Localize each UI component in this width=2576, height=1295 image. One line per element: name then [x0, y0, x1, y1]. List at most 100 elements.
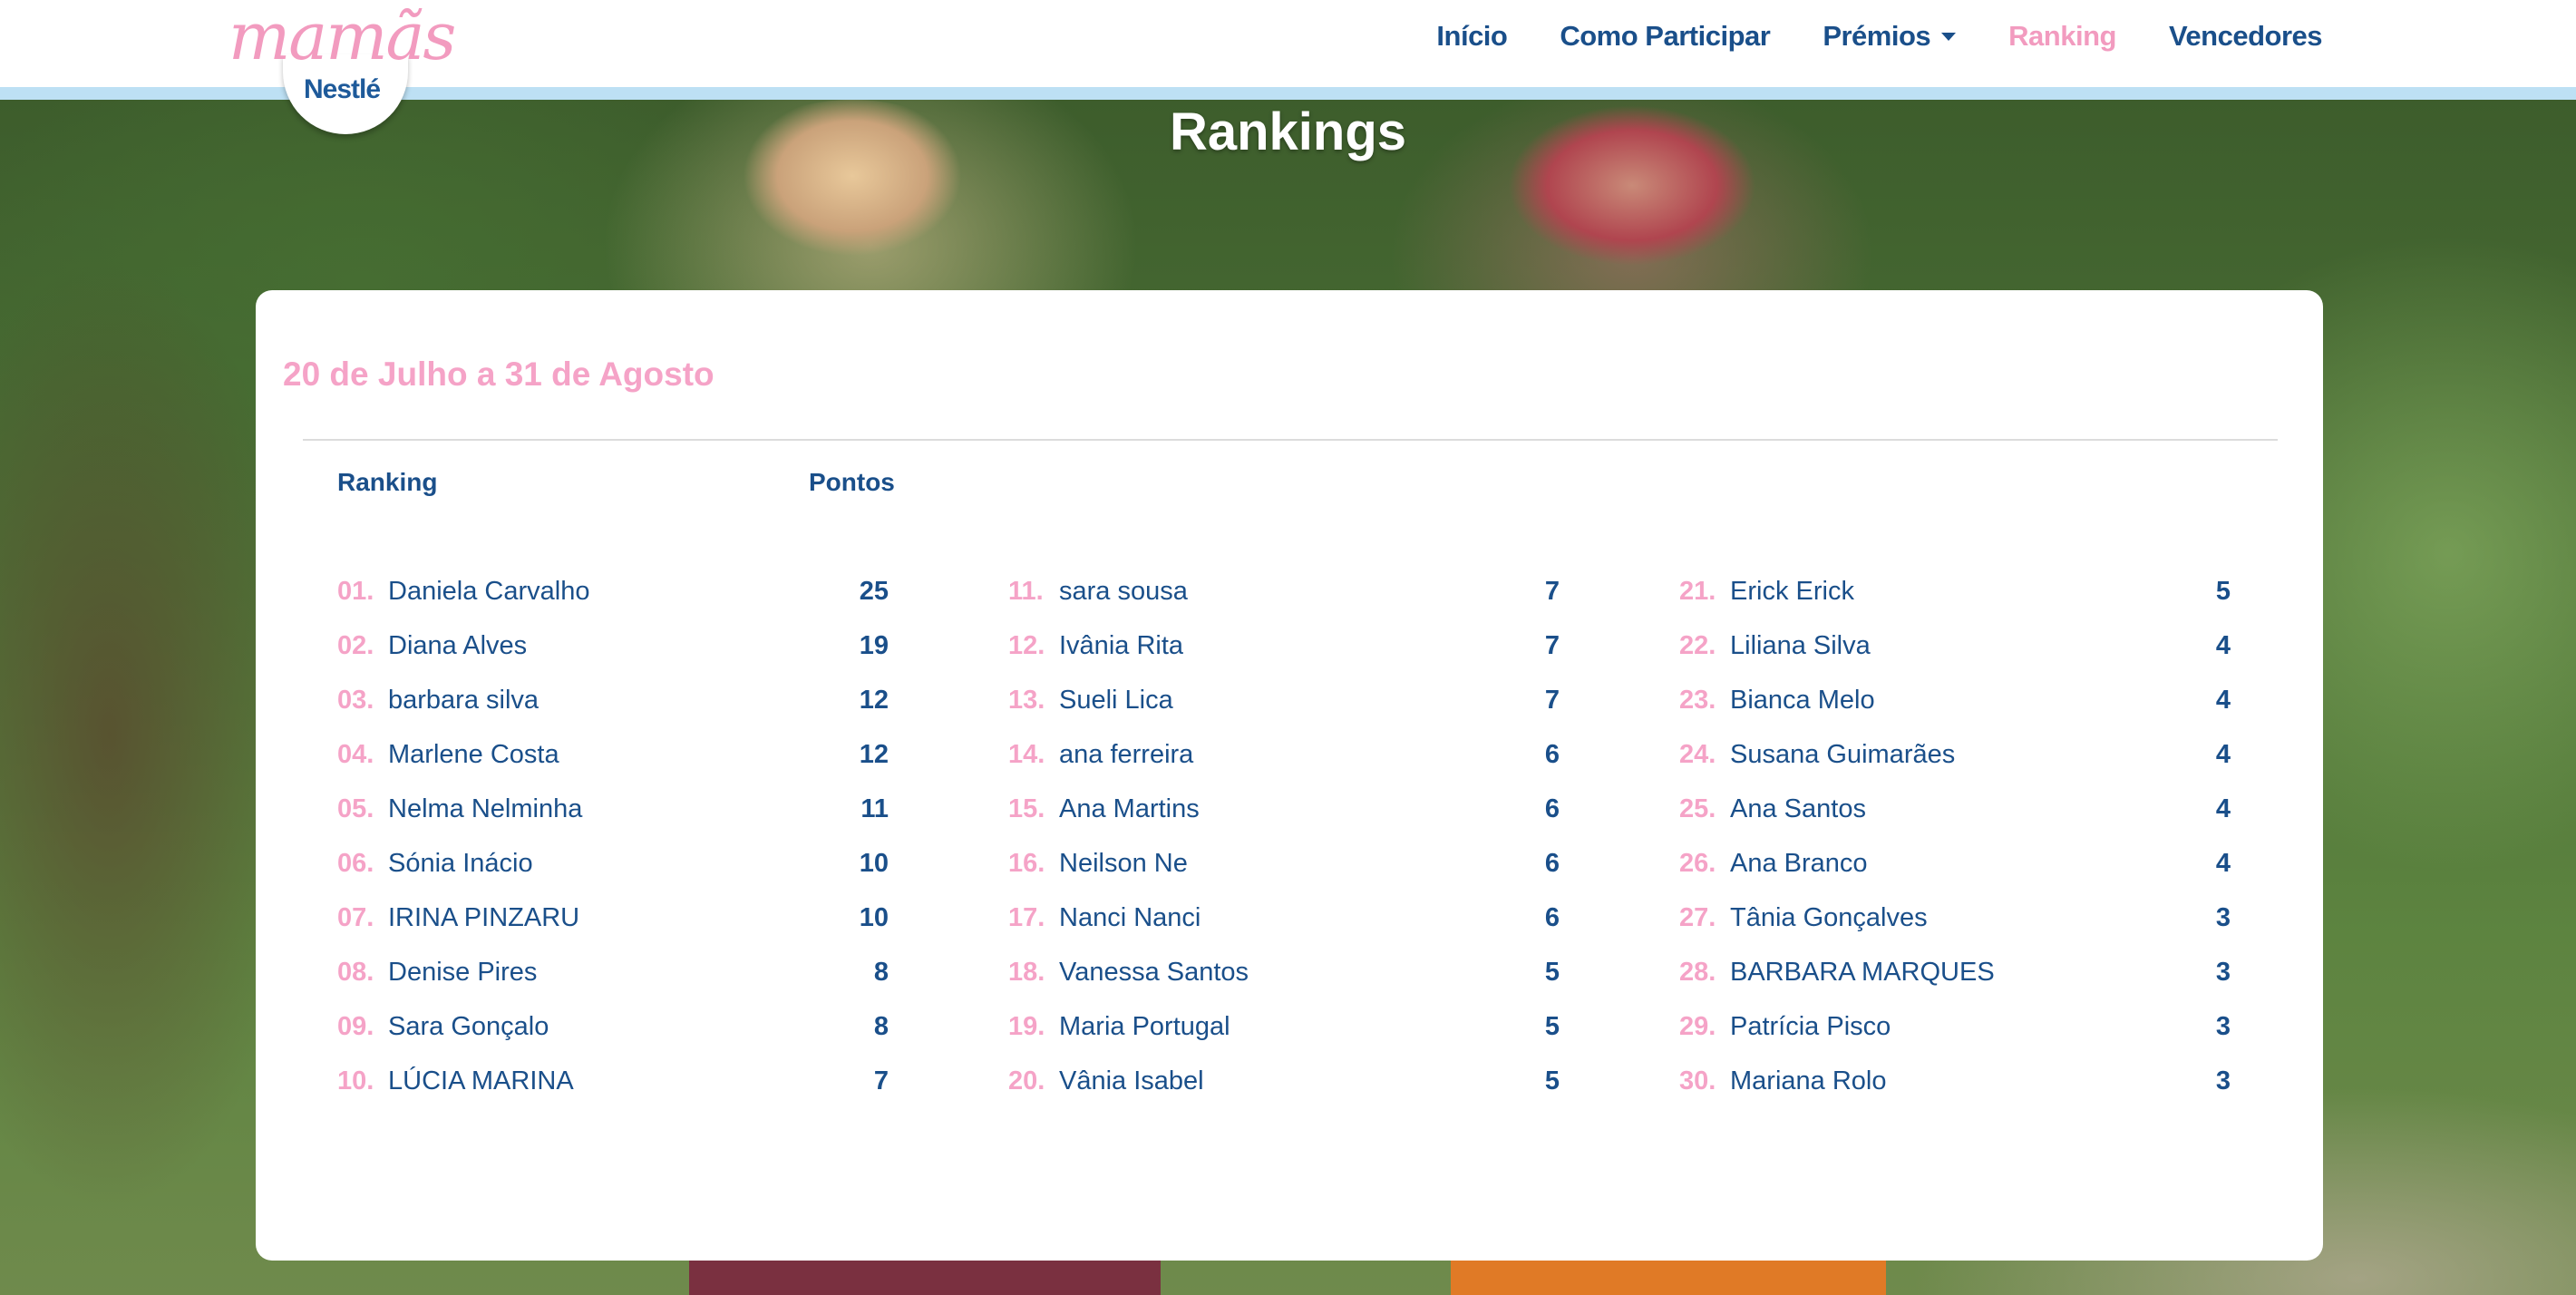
nav-item-premios[interactable]: Prémios: [1823, 20, 1957, 53]
ranking-points: 25: [859, 576, 889, 606]
ranking-position: 11.: [1008, 576, 1044, 606]
ranking-points: 10: [859, 848, 889, 878]
ranking-row: 05. Nelma Nelminha 11: [337, 782, 889, 836]
ranking-points: 19: [859, 630, 889, 660]
main-nav: Início Como Participar Prémios Ranking V…: [1384, 20, 2322, 53]
ranking-row: 30. Mariana Rolo 3: [1679, 1054, 2231, 1108]
ranking-row: 11. sara sousa 7: [1008, 564, 1560, 618]
ranking-points: 11: [860, 794, 889, 823]
ranking-points: 8: [873, 957, 889, 987]
page-title: Rankings: [1169, 102, 1407, 161]
ranking-points: 7: [1544, 576, 1560, 606]
nav-item-como-participar[interactable]: Como Participar: [1560, 20, 1770, 53]
ranking-participant-name: Denise Pires: [388, 957, 538, 987]
ranking-participant-name: Bianca Melo: [1730, 685, 1875, 715]
ranking-row: 18. Vanessa Santos 5: [1008, 945, 1560, 999]
ranking-points: 5: [1544, 1066, 1560, 1095]
ranking-participant-name: Tânia Gonçalves: [1730, 902, 1928, 932]
nav-item-vencedores[interactable]: Vencedores: [2169, 20, 2323, 53]
ranking-points: 7: [1544, 685, 1560, 715]
nav-item-ranking[interactable]: Ranking: [2008, 20, 2116, 53]
ranking-participant-name: Liliana Silva: [1730, 630, 1871, 660]
ranking-row: 22. Liliana Silva 4: [1679, 618, 2231, 673]
ranking-participant-name: Maria Portugal: [1059, 1011, 1230, 1041]
ranking-position: 10.: [337, 1066, 374, 1095]
ranking-position: 25.: [1679, 794, 1716, 823]
ranking-position: 27.: [1679, 902, 1716, 932]
ranking-points: 5: [1544, 1011, 1560, 1041]
ranking-points: 10: [859, 902, 889, 932]
logo-script-text[interactable]: mamãs: [228, 0, 456, 73]
ranking-position: 26.: [1679, 848, 1716, 878]
hero-photo-stroller-left: [689, 1261, 1161, 1295]
ranking-row: 10. LÚCIA MARINA 7: [337, 1054, 889, 1108]
ranking-points: 8: [873, 1011, 889, 1041]
ranking-position: 29.: [1679, 1011, 1716, 1041]
ranking-row: 19. Maria Portugal 5: [1008, 999, 1560, 1054]
ranking-row: 17. Nanci Nanci 6: [1008, 891, 1560, 945]
ranking-participant-name: Susana Guimarães: [1730, 739, 1956, 769]
hero-photo-stroller-right: [1451, 1261, 1886, 1295]
ranking-row: 23. Bianca Melo 4: [1679, 673, 2231, 727]
ranking-position: 22.: [1679, 630, 1716, 660]
ranking-participant-name: sara sousa: [1059, 576, 1188, 606]
ranking-position: 14.: [1008, 739, 1045, 769]
ranking-position: 03.: [337, 685, 374, 715]
ranking-points: 6: [1544, 739, 1560, 769]
nav-item-inicio[interactable]: Início: [1436, 20, 1507, 53]
ranking-participant-name: Ivânia Rita: [1059, 630, 1184, 660]
ranking-row: 03. barbara silva 12: [337, 673, 889, 727]
ranking-position: 13.: [1008, 685, 1045, 715]
ranking-row: 21. Erick Erick 5: [1679, 564, 2231, 618]
ranking-row: 14. ana ferreira 6: [1008, 727, 1560, 782]
column-header-ranking: Ranking: [337, 468, 438, 496]
ranking-points: 3: [2215, 957, 2231, 987]
ranking-participant-name: Erick Erick: [1730, 576, 1854, 606]
logo-brand-text[interactable]: Nestlé: [304, 74, 381, 105]
caret-down-icon: [1941, 32, 1957, 41]
nav-item-premios-label: Prémios: [1823, 20, 1931, 52]
ranking-row: 06. Sónia Inácio 10: [337, 836, 889, 891]
ranking-points: 6: [1544, 794, 1560, 823]
ranking-row: 09. Sara Gonçalo 8: [337, 999, 889, 1054]
ranking-participant-name: Sara Gonçalo: [388, 1011, 549, 1041]
ranking-participant-name: Sueli Lica: [1059, 685, 1173, 715]
ranking-participant-name: IRINA PINZARU: [388, 902, 580, 932]
ranking-points: 3: [2215, 1011, 2231, 1041]
ranking-row: 13. Sueli Lica 7: [1008, 673, 1560, 727]
ranking-row: 02. Diana Alves 19: [337, 618, 889, 673]
ranking-period: 20 de Julho a 31 de Agosto: [283, 355, 714, 393]
ranking-position: 18.: [1008, 957, 1045, 987]
ranking-position: 15.: [1008, 794, 1045, 823]
ranking-position: 05.: [337, 794, 374, 823]
ranking-points: 12: [859, 739, 889, 769]
ranking-participant-name: ana ferreira: [1059, 739, 1194, 769]
ranking-row: 29. Patrícia Pisco 3: [1679, 999, 2231, 1054]
ranking-row: 24. Susana Guimarães 4: [1679, 727, 2231, 782]
ranking-participant-name: Vânia Isabel: [1059, 1066, 1204, 1095]
ranking-row: 08. Denise Pires 8: [337, 945, 889, 999]
ranking-participant-name: Nanci Nanci: [1059, 902, 1201, 932]
ranking-points: 6: [1544, 848, 1560, 878]
ranking-participant-name: Vanessa Santos: [1059, 957, 1249, 987]
ranking-position: 24.: [1679, 739, 1716, 769]
ranking-points: 5: [1544, 957, 1560, 987]
ranking-points: 3: [2215, 1066, 2231, 1095]
ranking-participant-name: Patrícia Pisco: [1730, 1011, 1891, 1041]
ranking-position: 09.: [337, 1011, 374, 1041]
ranking-participant-name: Neilson Ne: [1059, 848, 1188, 878]
ranking-row: 07. IRINA PINZARU 10: [337, 891, 889, 945]
ranking-row: 01. Daniela Carvalho 25: [337, 564, 889, 618]
ranking-participant-name: LÚCIA MARINA: [388, 1066, 574, 1095]
ranking-position: 30.: [1679, 1066, 1716, 1095]
ranking-participant-name: barbara silva: [388, 685, 540, 715]
ranking-position: 23.: [1679, 685, 1716, 715]
ranking-participant-name: Ana Santos: [1730, 794, 1866, 823]
divider: [303, 439, 2278, 441]
ranking-row: 26. Ana Branco 4: [1679, 836, 2231, 891]
ranking-points: 12: [859, 685, 889, 715]
ranking-participant-name: BARBARA MARQUES: [1730, 957, 1995, 987]
ranking-points: 6: [1544, 902, 1560, 932]
ranking-participant-name: Ana Martins: [1059, 794, 1200, 823]
ranking-position: 04.: [337, 739, 374, 769]
